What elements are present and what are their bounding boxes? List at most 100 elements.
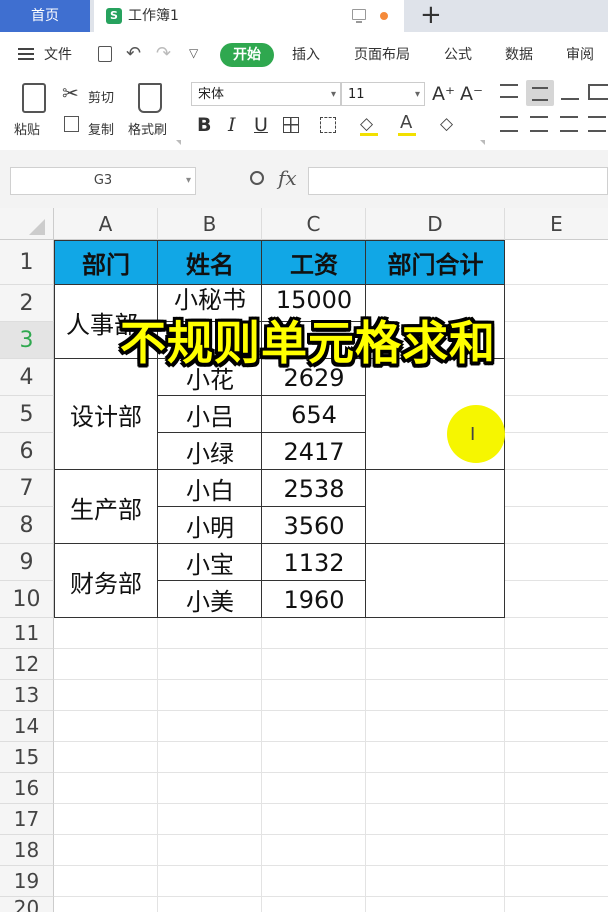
tab-home[interactable]: 首页 [0, 0, 90, 32]
row-header[interactable]: 8 [0, 507, 54, 544]
header-cell-dept-total[interactable]: 部门合计 [366, 240, 505, 285]
column-header-e[interactable]: E [505, 208, 608, 240]
dept-cell[interactable]: 生产部 [54, 470, 158, 544]
paste-label[interactable]: 粘贴 [14, 119, 40, 138]
cut-icon[interactable]: ✂ [62, 81, 79, 105]
font-size-select[interactable]: 11 ▾ [341, 82, 425, 106]
name-cell[interactable]: 小美 [158, 581, 262, 618]
name-cell[interactable]: 小宝 [158, 544, 262, 581]
justify-icon[interactable] [588, 116, 606, 132]
align-bottom-icon[interactable] [561, 88, 579, 100]
undo-icon[interactable]: ↶ [126, 43, 141, 64]
row-header[interactable]: 16 [0, 773, 54, 804]
table-border [54, 617, 505, 618]
dept-cell[interactable]: 财务部 [54, 544, 158, 618]
wrap-text-icon[interactable] [588, 84, 608, 100]
salary-cell[interactable]: 1132 [262, 544, 366, 581]
salary-cell[interactable]: 3560 [262, 507, 366, 544]
gridline [54, 896, 608, 897]
row-header[interactable]: 1 [0, 240, 54, 285]
row-header[interactable]: 15 [0, 742, 54, 773]
dept-cell[interactable]: 设计部 [54, 359, 158, 470]
preview-icon[interactable] [98, 46, 112, 62]
name-cell[interactable]: 小绿 [158, 433, 262, 470]
menu-start[interactable]: 开始 [220, 43, 274, 67]
gridline [54, 772, 608, 773]
row-header[interactable]: 19 [0, 866, 54, 897]
row-header[interactable]: 4 [0, 359, 54, 396]
paste-icon[interactable] [22, 83, 46, 113]
hamburger-icon[interactable] [18, 48, 34, 60]
format-painter-label[interactable]: 格式刷 [128, 119, 167, 138]
name-box[interactable]: G3 ▾ [10, 167, 196, 195]
row-header[interactable]: 20 [0, 897, 54, 912]
align-center-icon[interactable] [530, 116, 548, 132]
format-painter-icon[interactable] [138, 83, 162, 113]
salary-cell[interactable]: 2417 [262, 433, 366, 470]
row-header[interactable]: 7 [0, 470, 54, 507]
formula-input[interactable] [308, 167, 608, 195]
salary-cell[interactable]: 654 [262, 396, 366, 433]
monitor-icon[interactable] [352, 9, 366, 23]
zoom-icon[interactable] [250, 171, 264, 185]
row-header[interactable]: 6 [0, 433, 54, 470]
font-name-select[interactable]: 宋体 ▾ [191, 82, 341, 106]
column-header-d[interactable]: D [366, 208, 505, 240]
font-color-icon[interactable]: A [400, 112, 412, 133]
border-icon[interactable] [283, 117, 299, 133]
row-header[interactable]: 12 [0, 649, 54, 680]
menu-data[interactable]: 数据 [505, 32, 533, 78]
column-header-b[interactable]: B [158, 208, 262, 240]
align-left-icon[interactable] [500, 116, 518, 132]
name-cell[interactable]: 小吕 [158, 396, 262, 433]
select-all-corner[interactable] [0, 208, 54, 240]
row-header[interactable]: 14 [0, 711, 54, 742]
fill-color-icon[interactable]: ◇ [360, 114, 373, 134]
underline-button[interactable]: U [254, 114, 268, 136]
menu-insert[interactable]: 插入 [292, 32, 320, 78]
cut-label[interactable]: 剪切 [88, 87, 114, 106]
redo-icon[interactable]: ↷ [156, 43, 171, 64]
row-header[interactable]: 13 [0, 680, 54, 711]
header-cell-name[interactable]: 姓名 [158, 240, 262, 285]
header-cell-department[interactable]: 部门 [54, 240, 158, 285]
tab-workbook[interactable]: S 工作簿1 [94, 0, 404, 32]
fx-icon[interactable]: fx [278, 166, 297, 190]
column-header-a[interactable]: A [54, 208, 158, 240]
align-right-icon[interactable] [560, 116, 578, 132]
new-tab-icon[interactable]: + [420, 0, 442, 30]
gridline [54, 741, 608, 742]
copy-icon[interactable] [64, 116, 79, 132]
font-shrink-icon[interactable]: A⁻ [460, 83, 483, 105]
row-header[interactable]: 10 [0, 581, 54, 618]
name-cell[interactable]: 小白 [158, 470, 262, 507]
align-middle-button[interactable] [526, 80, 554, 106]
menu-review[interactable]: 审阅 [566, 32, 594, 78]
bold-button[interactable]: B [197, 114, 211, 136]
row-header[interactable]: 17 [0, 804, 54, 835]
gridline [54, 865, 608, 866]
header-cell-salary[interactable]: 工资 [262, 240, 366, 285]
menu-file[interactable]: 文件 [44, 32, 72, 78]
column-header-c[interactable]: C [262, 208, 366, 240]
row-header[interactable]: 5 [0, 396, 54, 433]
name-cell[interactable]: 小明 [158, 507, 262, 544]
clear-format-icon[interactable]: ◇ [440, 114, 453, 134]
copy-label[interactable]: 复制 [88, 119, 114, 138]
menu-page-layout[interactable]: 页面布局 [354, 32, 410, 78]
merge-icon[interactable] [320, 117, 336, 133]
align-top-icon[interactable] [500, 84, 518, 98]
row-header[interactable]: 9 [0, 544, 54, 581]
dept-total-cell[interactable] [366, 470, 505, 544]
italic-button[interactable]: I [228, 114, 236, 136]
salary-cell[interactable]: 2538 [262, 470, 366, 507]
row-header[interactable]: 18 [0, 835, 54, 866]
row-header-selected[interactable]: 3 [0, 322, 54, 359]
menu-formula[interactable]: 公式 [444, 32, 472, 78]
salary-cell[interactable]: 1960 [262, 581, 366, 618]
more-icon[interactable]: ▽ [189, 46, 198, 60]
row-header[interactable]: 11 [0, 618, 54, 649]
row-header[interactable]: 2 [0, 285, 54, 322]
dept-total-cell[interactable] [366, 544, 505, 618]
font-grow-icon[interactable]: A⁺ [432, 83, 455, 105]
